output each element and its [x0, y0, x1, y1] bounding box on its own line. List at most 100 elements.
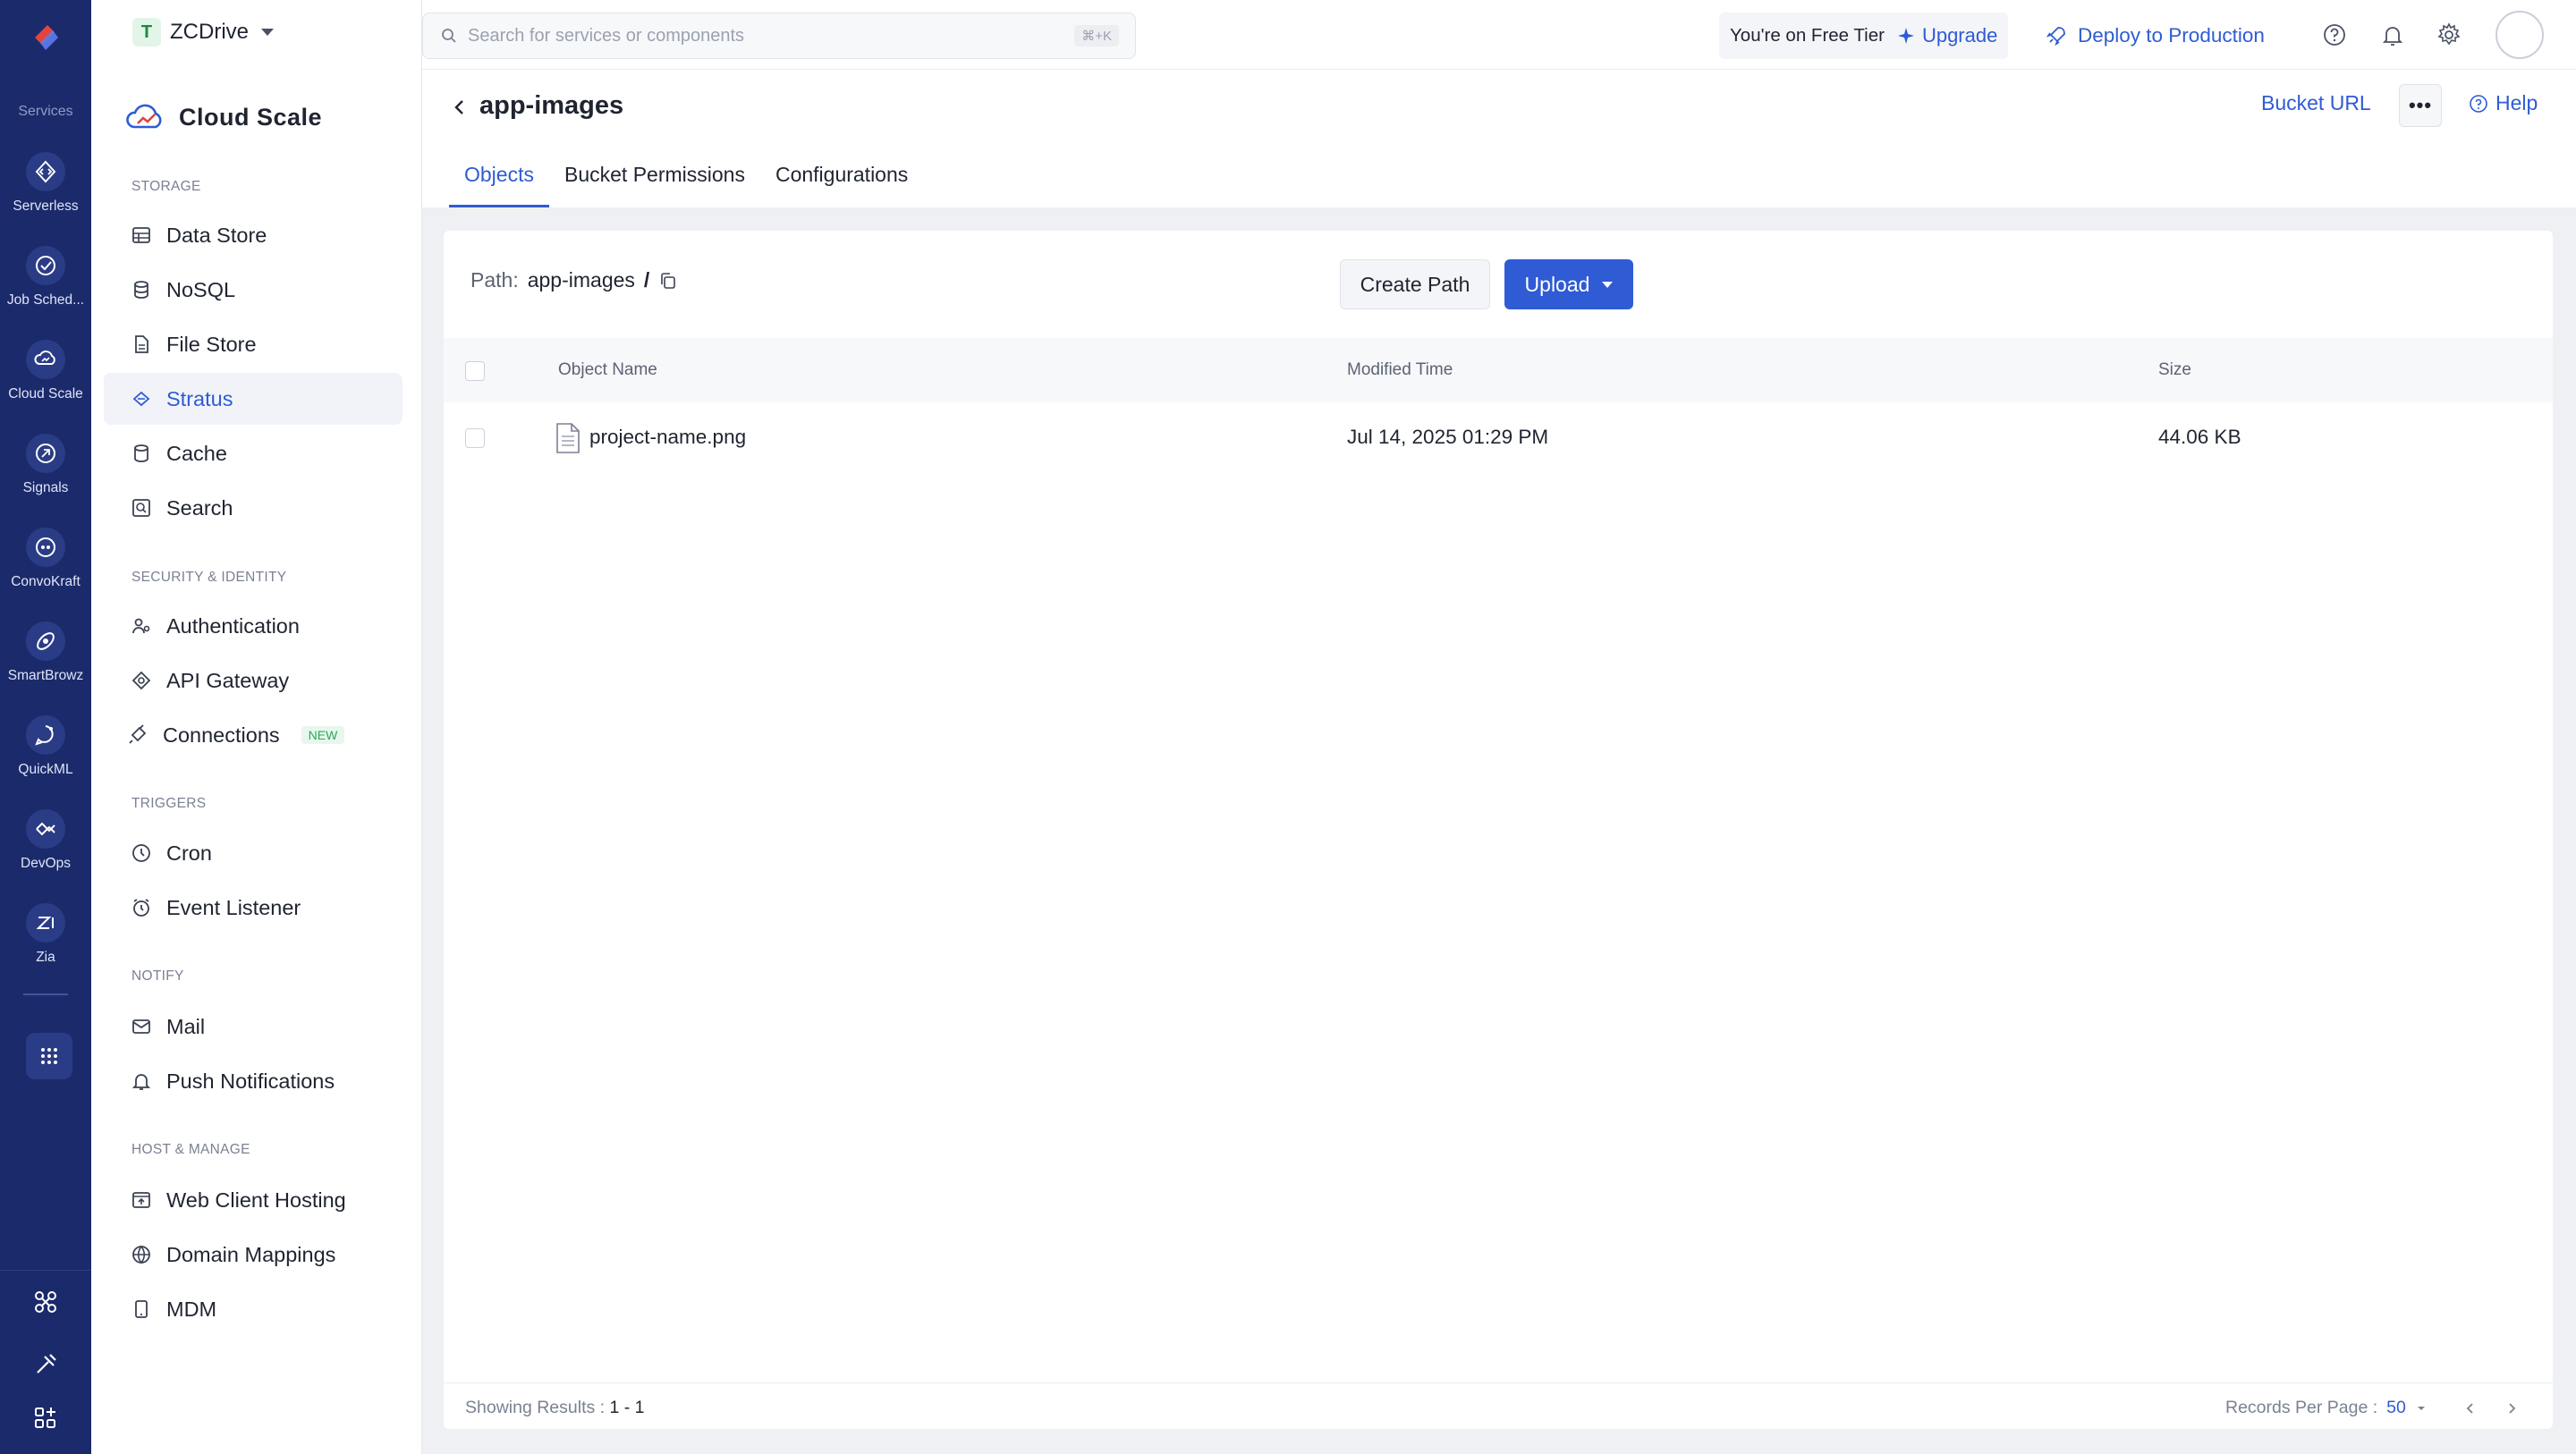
page-header: app-images Bucket URL ••• Help Objects B… — [422, 70, 2576, 207]
rail-item-cloud-scale[interactable]: Cloud Scale — [0, 340, 91, 427]
tab-configurations[interactable]: Configurations — [760, 156, 923, 207]
cache-icon — [134, 444, 148, 462]
settings-gear-icon[interactable] — [2436, 21, 2462, 48]
nav-label: MDM — [166, 1297, 217, 1321]
search-input[interactable] — [468, 25, 1040, 46]
upgrade-link[interactable]: Upgrade — [1897, 24, 1997, 47]
nav-stratus[interactable]: Stratus — [104, 373, 402, 425]
top-bar: ⌘+K You're on Free Tier Upgrade Deploy t… — [422, 0, 2576, 70]
caret-down-icon — [1602, 281, 1614, 288]
rail-item-zia[interactable]: Zia — [0, 903, 91, 991]
bucket-url-link[interactable]: Bucket URL — [2261, 91, 2371, 115]
tab-bucket-permissions[interactable]: Bucket Permissions — [549, 156, 760, 207]
copy-icon[interactable] — [658, 271, 678, 291]
serverless-icon — [26, 152, 65, 191]
nav-domain-mappings[interactable]: Domain Mappings — [104, 1229, 402, 1281]
back-chevron-icon[interactable] — [449, 97, 470, 118]
previous-page-icon[interactable] — [2462, 1399, 2479, 1417]
section-notify: NOTIFY — [131, 968, 184, 984]
nav-authentication[interactable]: Authentication — [104, 600, 402, 652]
mobile-device-icon — [135, 1300, 148, 1318]
rail-item-serverless[interactable]: Serverless — [0, 152, 91, 240]
job-scheduling-icon — [26, 246, 65, 285]
cloud-scale-logo-icon — [126, 104, 162, 129]
rail-item-signals[interactable]: Signals — [0, 434, 91, 521]
rail-item-convokraft[interactable]: ConvoKraft — [0, 528, 91, 615]
help-link[interactable]: Help — [2469, 91, 2538, 115]
object-name[interactable]: project-name.png — [589, 426, 746, 449]
nav-push-notifications[interactable]: Push Notifications — [104, 1055, 402, 1107]
nav-api-gateway[interactable]: API Gateway — [104, 655, 402, 706]
product-name: Cloud Scale — [179, 103, 323, 131]
showing-label: Showing Results : — [465, 1398, 606, 1417]
nav-search[interactable]: Search — [104, 482, 402, 534]
rail-item-job-scheduling[interactable]: Job Sched... — [0, 246, 91, 334]
per-page-select[interactable]: 50 — [2386, 1398, 2406, 1418]
nav-label: Data Store — [166, 223, 267, 247]
nav-label: File Store — [166, 332, 257, 356]
rail-label: Serverless — [13, 199, 79, 214]
table-footer: Showing Results : 1 - 1 Records Per Page… — [444, 1382, 2553, 1429]
column-modified-time[interactable]: Modified Time — [1347, 360, 1453, 380]
all-services-button[interactable] — [26, 1033, 72, 1079]
section-security: SECURITY & IDENTITY — [131, 570, 287, 585]
nav-event-listener[interactable]: Event Listener — [104, 882, 402, 934]
users-icon — [132, 618, 150, 634]
path-breadcrumb: Path: app-images / — [470, 268, 678, 292]
rail-label: Signals — [22, 480, 69, 495]
nav-data-store[interactable]: Data Store — [104, 209, 402, 261]
nav-nosql[interactable]: NoSQL — [104, 264, 402, 316]
workspace-name: ZCDrive — [170, 20, 249, 44]
search-shortcut: ⌘+K — [1074, 25, 1119, 46]
rail-item-devops[interactable]: DevOps — [0, 809, 91, 897]
integrations-icon[interactable] — [32, 1289, 59, 1315]
path-label: Path: — [470, 268, 519, 292]
file-icon — [556, 423, 580, 453]
tools-icon[interactable] — [32, 1351, 59, 1378]
database-icon — [134, 281, 148, 299]
nav-mdm[interactable]: MDM — [104, 1283, 402, 1335]
workspace-initial: T — [132, 18, 161, 46]
nav-label: Stratus — [166, 386, 233, 410]
path-value[interactable]: app-images — [528, 268, 635, 292]
deploy-to-production-button[interactable]: Deploy to Production — [2046, 13, 2265, 59]
nav-connections[interactable]: Connections NEW — [104, 709, 402, 761]
user-avatar[interactable] — [2496, 11, 2544, 59]
help-circle-icon[interactable] — [2321, 21, 2348, 48]
nav-web-client-hosting[interactable]: Web Client Hosting — [104, 1174, 402, 1226]
tab-bar: Objects Bucket Permissions Configuration… — [449, 156, 923, 207]
rail-item-quickml[interactable]: QuickML — [0, 715, 91, 803]
notification-bell-icon[interactable] — [2379, 21, 2406, 48]
select-all-checkbox[interactable] — [465, 361, 485, 381]
nav-mail[interactable]: Mail — [104, 1001, 402, 1052]
object-modified-time: Jul 14, 2025 01:29 PM — [1347, 426, 1549, 448]
nav-label: Cron — [166, 841, 212, 865]
rail-item-smartbrowz[interactable]: SmartBrowz — [0, 621, 91, 709]
column-size[interactable]: Size — [2158, 360, 2191, 380]
nav-file-store[interactable]: File Store — [104, 318, 402, 370]
section-host-manage: HOST & MANAGE — [131, 1142, 250, 1157]
workspace-switcher[interactable]: T ZCDrive — [132, 18, 274, 46]
rail-label: Zia — [36, 950, 55, 965]
path-separator: / — [643, 268, 650, 292]
global-search[interactable]: ⌘+K — [422, 13, 1136, 59]
globe-icon — [132, 1246, 150, 1264]
tab-objects[interactable]: Objects — [449, 156, 549, 207]
catalyst-logo-icon[interactable] — [28, 20, 64, 55]
nav-cron[interactable]: Cron — [104, 827, 402, 879]
widgets-icon[interactable] — [32, 1405, 59, 1432]
more-options-button[interactable]: ••• — [2399, 84, 2442, 127]
row-checkbox[interactable] — [465, 428, 485, 448]
column-object-name[interactable]: Object Name — [558, 360, 657, 380]
upload-label: Upload — [1524, 272, 1590, 296]
table-row[interactable]: project-name.png Jul 14, 2025 01:29 PM 4… — [444, 402, 2553, 474]
create-path-button[interactable]: Create Path — [1340, 259, 1490, 309]
rail-label: Cloud Scale — [8, 386, 83, 402]
nav-label: Cache — [166, 441, 227, 465]
upload-button[interactable]: Upload — [1504, 259, 1633, 309]
rail-label: DevOps — [21, 856, 71, 871]
next-page-icon[interactable] — [2503, 1399, 2521, 1417]
convokraft-icon — [26, 528, 65, 567]
chevron-down-icon[interactable] — [2415, 1402, 2428, 1415]
nav-cache[interactable]: Cache — [104, 427, 402, 479]
